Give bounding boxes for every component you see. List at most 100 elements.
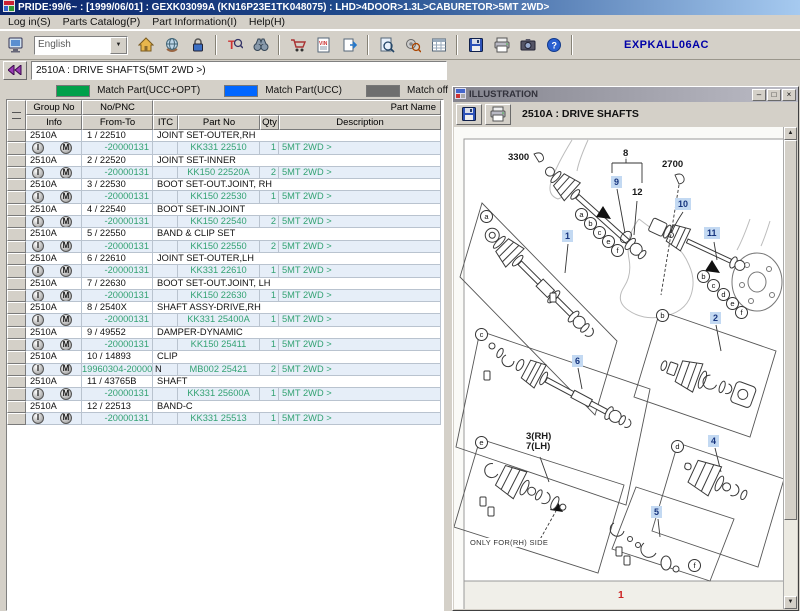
part-group-row-1[interactable]: 2510A1 / 22510JOINT SET-OUTER,RH: [7, 130, 443, 142]
memo-button[interactable]: M: [60, 241, 72, 253]
memo-button[interactable]: M: [60, 290, 72, 302]
memo-button[interactable]: M: [60, 364, 72, 376]
memo-button[interactable]: M: [60, 265, 72, 277]
system-icon[interactable]: [4, 33, 29, 57]
memo-button[interactable]: M: [60, 314, 72, 326]
row-selector[interactable]: [7, 327, 26, 339]
part-group-row-5[interactable]: 2510A5 / 22550BAND & CLIP SET: [7, 228, 443, 240]
part-group-row-8[interactable]: 2510A8 / 2540XSHAFT ASSY-DRIVE,RH: [7, 302, 443, 314]
memo-button[interactable]: M: [60, 142, 72, 154]
row-selector[interactable]: [7, 228, 26, 240]
part-detail-row-5[interactable]: IM-20000131KK150 2255025MT 2WD >: [7, 241, 443, 253]
row-selector[interactable]: [7, 130, 26, 142]
part-detail-row-1[interactable]: IM-20000131KK331 2251015MT 2WD >: [7, 142, 443, 154]
illustration-scrollbar[interactable]: ▲ ▼: [783, 127, 797, 609]
info-button[interactable]: I: [32, 388, 44, 400]
menu-help-h[interactable]: Help(H): [245, 16, 293, 28]
row-selector[interactable]: [7, 314, 26, 326]
info-button[interactable]: I: [32, 142, 44, 154]
home-icon[interactable]: [133, 33, 158, 57]
info-button[interactable]: I: [32, 241, 44, 253]
info-button[interactable]: I: [32, 191, 44, 203]
minimize-button[interactable]: –: [752, 89, 766, 101]
memo-button[interactable]: M: [60, 413, 72, 425]
help-icon[interactable]: ?: [541, 33, 566, 57]
print-icon[interactable]: [489, 33, 514, 57]
memo-button[interactable]: M: [60, 388, 72, 400]
row-selector[interactable]: [7, 155, 26, 167]
section-title-field[interactable]: [31, 61, 447, 80]
memo-button[interactable]: M: [60, 216, 72, 228]
row-selector[interactable]: [7, 401, 26, 413]
scroll-down-button[interactable]: ▼: [784, 596, 797, 609]
part-detail-row-8[interactable]: IM-20000131KK331 25400A15MT 2WD >: [7, 314, 443, 326]
language-select[interactable]: English▼: [34, 36, 128, 55]
lock-icon[interactable]: [185, 33, 210, 57]
info-button[interactable]: I: [32, 339, 44, 351]
info-button[interactable]: I: [32, 413, 44, 425]
part-detail-row-4[interactable]: IM-20000131KK150 2254025MT 2WD >: [7, 216, 443, 228]
info-button[interactable]: I: [32, 167, 44, 179]
row-selector[interactable]: [7, 265, 26, 277]
menu-log-in-s[interactable]: Log in(S): [4, 16, 59, 28]
row-selector[interactable]: [7, 376, 26, 388]
maximize-button[interactable]: □: [767, 89, 781, 101]
save-illustration-button[interactable]: [456, 104, 482, 125]
info-button[interactable]: I: [32, 364, 44, 376]
memo-button[interactable]: M: [60, 167, 72, 179]
part-group-row-10[interactable]: 2510A10 / 14893CLIP: [7, 351, 443, 363]
info-button[interactable]: I: [32, 216, 44, 228]
row-selector[interactable]: [7, 290, 26, 302]
binoculars-icon[interactable]: [248, 33, 273, 57]
memo-button[interactable]: M: [60, 191, 72, 203]
part-group-row-7[interactable]: 2510A7 / 22630BOOT SET-OUT.JOINT, LH: [7, 278, 443, 290]
part-group-row-6[interactable]: 2510A6 / 22610JOINT SET-OUTER,LH: [7, 253, 443, 265]
info-button[interactable]: I: [32, 314, 44, 326]
row-selector[interactable]: [7, 241, 26, 253]
back-button[interactable]: [3, 61, 27, 80]
schedule-icon[interactable]: [426, 33, 451, 57]
cart-icon[interactable]: [285, 33, 310, 57]
dropdown-arrow-icon[interactable]: ▼: [110, 37, 127, 54]
part-detail-row-10[interactable]: IM19960304-2000013NMB002 2542125MT 2WD >: [7, 364, 443, 376]
part-group-row-2[interactable]: 2510A2 / 22520JOINT SET-INNER: [7, 155, 443, 167]
part-detail-row-9[interactable]: IM-20000131KK150 2541115MT 2WD >: [7, 339, 443, 351]
part-detail-row-12[interactable]: IM-20000131KK331 2551315MT 2WD >: [7, 413, 443, 425]
row-selector[interactable]: [7, 351, 26, 363]
menu-part-information-i[interactable]: Part Information(I): [148, 16, 245, 28]
part-group-row-3[interactable]: 2510A3 / 22530BOOT SET-OUT.JOINT, RH: [7, 179, 443, 191]
part-group-row-12[interactable]: 2510A12 / 22513BAND-C: [7, 401, 443, 413]
part-detail-row-2[interactable]: IM-20000131KK150 22520A25MT 2WD >: [7, 167, 443, 179]
vin-document-icon[interactable]: VIN: [311, 33, 336, 57]
memo-button[interactable]: M: [60, 339, 72, 351]
export-icon[interactable]: [337, 33, 362, 57]
row-selector[interactable]: [7, 216, 26, 228]
part-group-row-11[interactable]: 2510A11 / 43765BSHAFT: [7, 376, 443, 388]
globe-icon[interactable]: [159, 33, 184, 57]
row-selector[interactable]: [7, 191, 26, 203]
row-selector[interactable]: [7, 388, 26, 400]
scroll-up-button[interactable]: ▲: [784, 127, 797, 140]
row-selector[interactable]: [7, 278, 26, 290]
menu-parts-catalog-p[interactable]: Parts Catalog(P): [59, 16, 149, 28]
row-selector[interactable]: [7, 413, 26, 425]
row-selector[interactable]: [7, 142, 26, 154]
info-button[interactable]: I: [32, 265, 44, 277]
row-selector[interactable]: [7, 339, 26, 351]
part-detail-row-11[interactable]: IM-20000131KK331 25600A15MT 2WD >: [7, 388, 443, 400]
camera-icon[interactable]: [515, 33, 540, 57]
row-selector[interactable]: [7, 302, 26, 314]
row-selector[interactable]: [7, 364, 26, 376]
info-button[interactable]: I: [32, 290, 44, 302]
row-selector[interactable]: [7, 179, 26, 191]
document-search-icon[interactable]: [374, 33, 399, 57]
part-group-row-4[interactable]: 2510A4 / 22540BOOT SET-IN.JOINT: [7, 204, 443, 216]
scrollbar-thumb[interactable]: [784, 140, 797, 520]
part-group-row-9[interactable]: 2510A9 / 49552DAMPER-DYNAMIC: [7, 327, 443, 339]
text-search-icon[interactable]: T: [222, 33, 247, 57]
part-detail-row-6[interactable]: IM-20000131KK331 2261015MT 2WD >: [7, 265, 443, 277]
part-detail-row-7[interactable]: IM-20000131KK150 2263015MT 2WD >: [7, 290, 443, 302]
print-illustration-button[interactable]: [485, 104, 511, 125]
row-selector[interactable]: [7, 167, 26, 179]
part-detail-row-3[interactable]: IM-20000131KK150 2253015MT 2WD >: [7, 191, 443, 203]
